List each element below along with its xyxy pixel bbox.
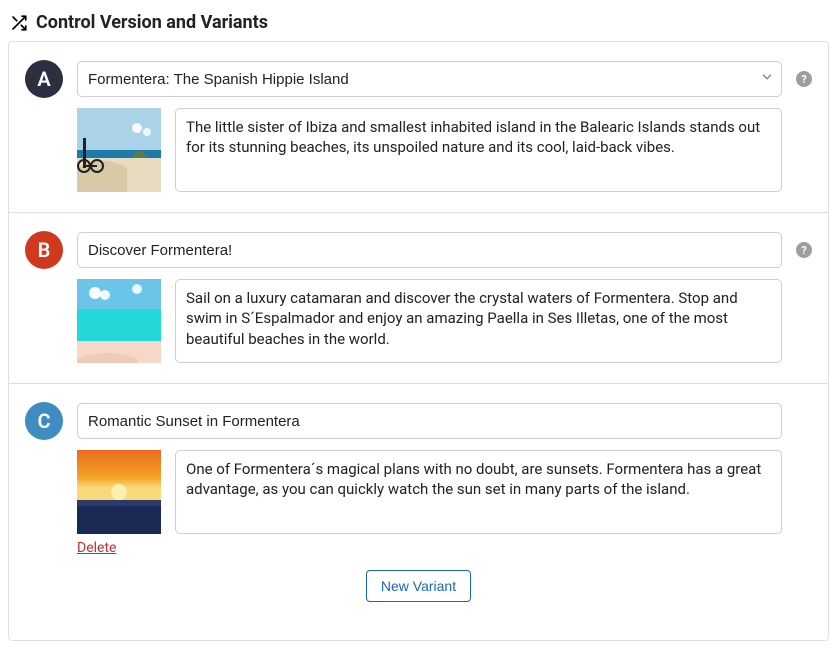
variant-thumbnail-c[interactable] — [77, 450, 161, 534]
variant-badge-b: B — [25, 231, 63, 269]
variant-description-b[interactable] — [175, 279, 782, 363]
variant-thumbnail-b[interactable] — [77, 279, 161, 363]
variant-badge-c: C — [25, 402, 63, 440]
variant-description-c[interactable] — [175, 450, 782, 534]
help-icon[interactable]: ? — [796, 71, 812, 87]
page-header: Control Version and Variants — [8, 8, 829, 41]
panel-footer: New Variant — [25, 556, 812, 620]
variant-c: C — [9, 383, 828, 640]
delete-variant-link[interactable]: Delete — [77, 540, 116, 556]
help-icon[interactable]: ? — [796, 242, 812, 258]
variants-panel: A ? — [8, 41, 829, 641]
variant-b: B ? — [9, 212, 828, 383]
variant-thumbnail-a[interactable] — [77, 108, 161, 192]
new-variant-button[interactable]: New Variant — [366, 570, 471, 602]
page-title: Control Version and Variants — [36, 12, 268, 33]
variant-title-input-c[interactable] — [77, 403, 782, 439]
variant-title-select-a[interactable] — [77, 61, 782, 97]
shuffle-icon — [10, 14, 28, 32]
variant-title-input-b[interactable] — [77, 232, 782, 268]
variant-description-a[interactable] — [175, 108, 782, 192]
variant-badge-a: A — [25, 60, 63, 98]
variant-a: A ? — [9, 42, 828, 212]
